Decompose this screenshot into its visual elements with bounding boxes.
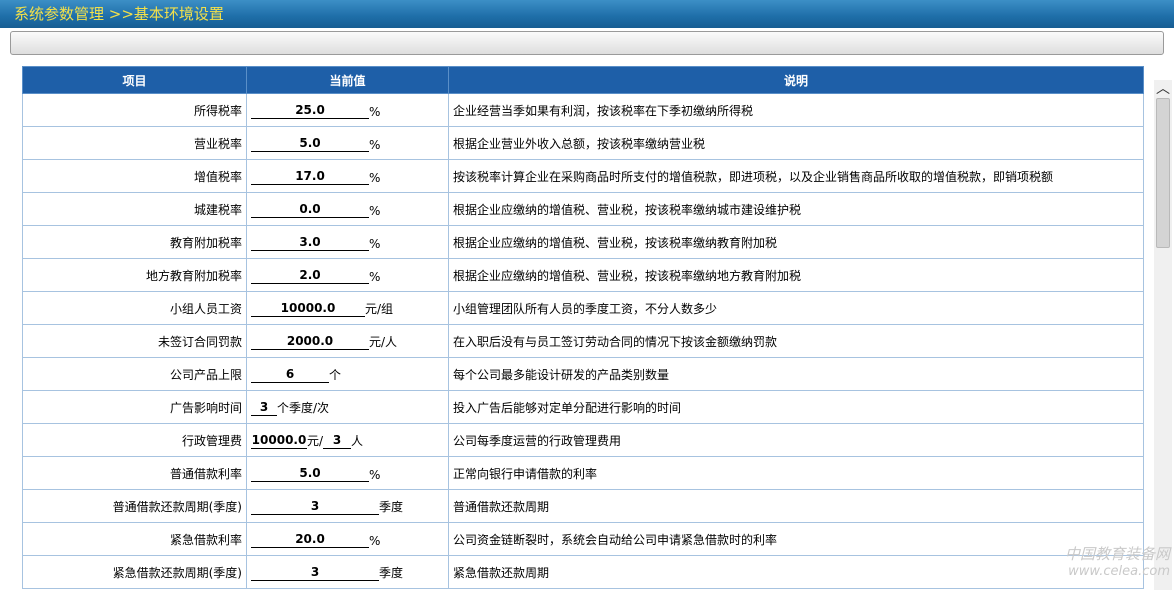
row-description: 投入广告后能够对定单分配进行影响的时间 <box>448 390 1144 424</box>
table-row: 小组人员工资 10000.0 元/组 小组管理团队所有人员的季度工资，不分人数多少 <box>22 291 1144 325</box>
row-description: 小组管理团队所有人员的季度工资，不分人数多少 <box>448 291 1144 325</box>
unit-label: % <box>369 104 381 119</box>
row-label: 增值税率 <box>22 159 247 193</box>
table-row: 广告影响时间 3 个季度/次 投入广告后能够对定单分配进行影响的时间 <box>22 390 1144 424</box>
table-row: 行政管理费 10000.0元/3 人 公司每季度运营的行政管理费用 <box>22 423 1144 457</box>
row-description: 每个公司最多能设计研发的产品类别数量 <box>448 357 1144 391</box>
unit-label: 元/ <box>307 433 324 448</box>
row-description: 正常向银行申请借款的利率 <box>448 456 1144 490</box>
scrollbar-thumb[interactable] <box>1156 98 1170 248</box>
unit-label: % <box>369 269 381 284</box>
value-input[interactable]: 3 <box>251 564 379 581</box>
table-row: 未签订合同罚款 2000.0 元/人 在入职后没有与员工签订劳动合同的情况下按该金… <box>22 324 1144 358</box>
row-label: 广告影响时间 <box>22 390 247 424</box>
table-row: 教育附加税率 3.0% 根据企业应缴纳的增值税、营业税，按该税率缴纳教育附加税 <box>22 225 1144 259</box>
row-description: 根据企业营业外收入总额，按该税率缴纳营业税 <box>448 126 1144 160</box>
table-row: 城建税率 0.0% 根据企业应缴纳的增值税、营业税，按该税率缴纳城市建设维护税 <box>22 192 1144 226</box>
row-description: 普通借款还款周期 <box>448 489 1144 523</box>
table-row: 紧急借款利率 20.0% 公司资金链断裂时，系统会自动给公司申请紧急借款时的利率 <box>22 522 1144 556</box>
table-row: 紧急借款还款周期(季度) 3 季度 紧急借款还款周期 <box>22 555 1144 589</box>
row-label: 紧急借款还款周期(季度) <box>22 555 247 589</box>
row-description: 根据企业应缴纳的增值税、营业税，按该税率缴纳教育附加税 <box>448 225 1144 259</box>
column-header-value: 当前值 <box>246 66 449 94</box>
row-label: 普通借款利率 <box>22 456 247 490</box>
title-bar: 系统参数管理 >>基本环境设置 <box>0 0 1174 28</box>
value-input[interactable]: 0.0 <box>251 201 369 218</box>
unit-label: % <box>369 236 381 251</box>
unit-label: 人 <box>351 433 364 448</box>
unit-label: % <box>369 137 381 152</box>
row-description: 公司每季度运营的行政管理费用 <box>448 423 1144 457</box>
breadcrumb: >>基本环境设置 <box>108 5 224 23</box>
table-header-row: 项目 当前值 说明 <box>22 66 1144 94</box>
value-input[interactable]: 3.0 <box>251 234 369 251</box>
unit-label: 个季度/次 <box>277 400 330 415</box>
row-label: 未签订合同罚款 <box>22 324 247 358</box>
table-row: 所得税率 25.0% 企业经营当季如果有利润，按该税率在下季初缴纳所得税 <box>22 93 1144 127</box>
value-input[interactable]: 6 <box>251 366 329 383</box>
table-row: 公司产品上限 6个 每个公司最多能设计研发的产品类别数量 <box>22 357 1144 391</box>
toolbar <box>10 31 1164 55</box>
value-input[interactable]: 3 <box>251 399 277 416</box>
unit-label: % <box>369 203 381 218</box>
row-label: 教育附加税率 <box>22 225 247 259</box>
row-description: 在入职后没有与员工签订劳动合同的情况下按该金额缴纳罚款 <box>448 324 1144 358</box>
row-description: 根据企业应缴纳的增值税、营业税，按该税率缴纳地方教育附加税 <box>448 258 1144 292</box>
value-input[interactable]: 10000.0 <box>251 300 365 317</box>
unit-label: % <box>369 467 381 482</box>
value-input[interactable]: 2000.0 <box>251 333 369 350</box>
unit-label: 个 <box>329 367 342 382</box>
column-header-description: 说明 <box>448 66 1144 94</box>
row-label: 地方教育附加税率 <box>22 258 247 292</box>
unit-label: 季度 <box>379 565 404 580</box>
row-description: 按该税率计算企业在采购商品时所支付的增值税款，即进项税，以及企业销售商品所收取的… <box>448 159 1144 193</box>
settings-panel: 项目 当前值 说明 所得税率 25.0% 企业经营当季如果有利润，按该税率在下季… <box>22 66 1144 590</box>
value-input[interactable]: 10000.0 <box>251 432 307 449</box>
unit-label: % <box>369 170 381 185</box>
row-label: 行政管理费 <box>22 423 247 457</box>
headcount-input[interactable]: 3 <box>323 432 352 449</box>
table-row: 地方教育附加税率 2.0% 根据企业应缴纳的增值税、营业税，按该税率缴纳地方教育… <box>22 258 1144 292</box>
value-input[interactable]: 5.0 <box>251 465 369 482</box>
row-label: 普通借款还款周期(季度) <box>22 489 247 523</box>
row-label: 营业税率 <box>22 126 247 160</box>
value-input[interactable]: 3 <box>251 498 379 515</box>
table-row: 普通借款利率 5.0% 正常向银行申请借款的利率 <box>22 456 1144 490</box>
row-label: 小组人员工资 <box>22 291 247 325</box>
unit-label: 季度 <box>379 499 404 514</box>
value-input[interactable]: 20.0 <box>251 531 369 548</box>
column-header-item: 项目 <box>22 66 247 94</box>
unit-label: % <box>369 533 381 548</box>
settings-table: 项目 当前值 说明 所得税率 25.0% 企业经营当季如果有利润，按该税率在下季… <box>22 66 1144 589</box>
value-input[interactable]: 5.0 <box>251 135 369 152</box>
row-description: 企业经营当季如果有利润，按该税率在下季初缴纳所得税 <box>448 93 1144 127</box>
unit-label: 元/组 <box>365 301 394 316</box>
vertical-scrollbar[interactable]: ︿ <box>1154 80 1172 590</box>
table-row: 普通借款还款周期(季度) 3 季度 普通借款还款周期 <box>22 489 1144 523</box>
value-input[interactable]: 2.0 <box>251 267 369 284</box>
watermark-url: www.celea.com <box>1068 564 1170 579</box>
row-label: 所得税率 <box>22 93 247 127</box>
watermark-text: 中国教育装备网 <box>1064 545 1170 563</box>
scroll-up-arrow-icon[interactable]: ︿ <box>1154 80 1172 98</box>
table-row: 营业税率 5.0% 根据企业营业外收入总额，按该税率缴纳营业税 <box>22 126 1144 160</box>
row-label: 公司产品上限 <box>22 357 247 391</box>
row-description: 根据企业应缴纳的增值税、营业税，按该税率缴纳城市建设维护税 <box>448 192 1144 226</box>
page-title: 系统参数管理 <box>14 5 105 23</box>
value-input[interactable]: 25.0 <box>251 102 369 119</box>
table-row: 增值税率 17.0% 按该税率计算企业在采购商品时所支付的增值税款，即进项税，以… <box>22 159 1144 193</box>
watermark: 中国教育装备网 www.celea.com <box>1020 545 1170 581</box>
value-input[interactable]: 17.0 <box>251 168 369 185</box>
unit-label: 元/人 <box>369 334 398 349</box>
row-label: 紧急借款利率 <box>22 522 247 556</box>
row-label: 城建税率 <box>22 192 247 226</box>
